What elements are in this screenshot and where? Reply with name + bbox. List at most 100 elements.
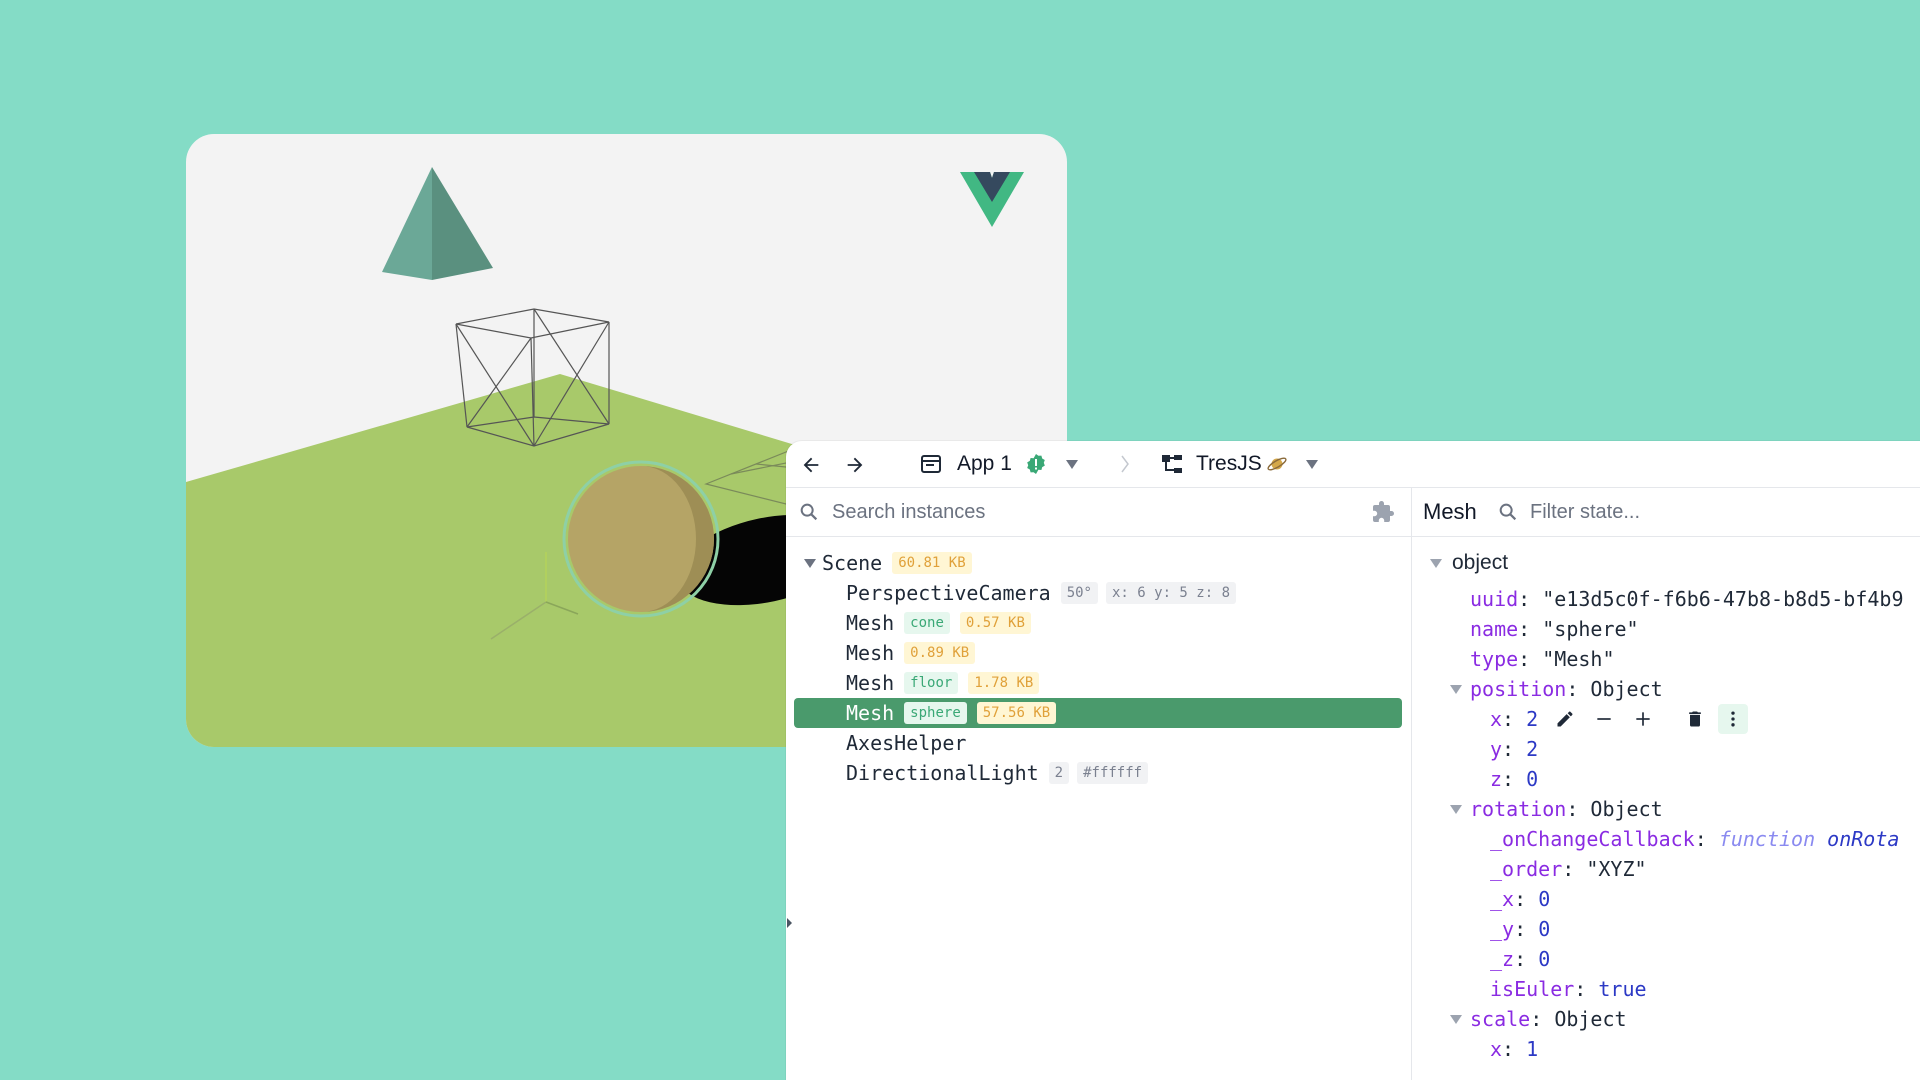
state-value: Object (1590, 797, 1663, 821)
app-window-icon (921, 455, 941, 473)
tree-row-scene[interactable]: Scene 60.81 KB (804, 548, 972, 578)
state-section-object[interactable]: object (1430, 548, 1508, 578)
state-key: z (1490, 767, 1503, 791)
search-instances-input[interactable] (832, 498, 1312, 526)
tree-row-label: Mesh (846, 611, 895, 635)
app-selector[interactable]: App 1 (919, 449, 1078, 479)
state-value[interactable]: 0 (1538, 887, 1550, 911)
plugin-selector[interactable]: TresJS (1160, 449, 1318, 479)
tree-row-label: Scene (822, 551, 883, 575)
delete-button[interactable] (1682, 706, 1708, 732)
selected-node-title: Mesh (1423, 499, 1477, 524)
tree-row-mesh[interactable]: Mesh 0.89 KB (846, 638, 976, 668)
caret-down-icon[interactable] (1450, 1014, 1462, 1024)
search-bar (786, 488, 1411, 537)
tree-row-axes-helper[interactable]: AxesHelper (846, 728, 966, 758)
state-row-rotation[interactable]: rotation: Object (1450, 794, 1663, 824)
devtools-toolbar: App 1 TresJS (786, 441, 1920, 488)
expand-handle-icon[interactable] (786, 913, 794, 933)
color-badge: #ffffff (1077, 762, 1149, 784)
state-key: rotation (1470, 797, 1567, 821)
tree-row-label: Mesh (846, 641, 895, 665)
tree-row-directional-light[interactable]: DirectionalLight 2 #ffffff (846, 758, 1149, 788)
state-key: _z (1490, 947, 1515, 971)
state-value[interactable]: 2 (1526, 737, 1538, 761)
state-value[interactable]: "sphere" (1542, 617, 1638, 641)
section-label: object (1452, 551, 1509, 574)
size-badge: 0.89 KB (904, 642, 976, 664)
state-value[interactable]: "Mesh" (1542, 647, 1614, 671)
position-badge: x: 6 y: 5 z: 8 (1106, 582, 1237, 604)
state-key: x (1490, 707, 1503, 731)
state-value[interactable]: "e13d5c0f-f6b6-47b8-b8d5-bf4b9 (1542, 587, 1903, 611)
alert-badge-icon (1027, 454, 1045, 474)
state-key: scale (1470, 1007, 1531, 1031)
state-row-position-x: x: 2 (1490, 707, 1539, 731)
caret-down-icon[interactable] (1450, 684, 1462, 694)
puzzle-icon[interactable] (1371, 500, 1395, 524)
state-value[interactable]: onRota (1827, 827, 1899, 851)
search-icon (1499, 503, 1517, 521)
state-row-rotation-x: _x: 0 (1490, 887, 1551, 911)
state-key: x (1490, 1037, 1503, 1061)
caret-down-icon[interactable] (1430, 558, 1442, 568)
caret-down-icon[interactable] (804, 558, 816, 568)
state-row-is-euler: isEuler: true (1490, 977, 1647, 1001)
name-badge: sphere (904, 702, 967, 724)
more-actions-button[interactable] (1718, 704, 1748, 734)
state-row-position[interactable]: position: Object (1450, 674, 1663, 704)
tree-row-mesh-sphere[interactable]: Mesh sphere 57.56 KB (794, 698, 1402, 728)
state-value[interactable]: 2 (1526, 707, 1538, 731)
state-key: isEuler (1490, 977, 1575, 1001)
more-vertical-icon (1731, 711, 1735, 727)
state-key: _x (1490, 887, 1515, 911)
state-row-rotation-y: _y: 0 (1490, 917, 1551, 941)
decrement-button[interactable] (1591, 706, 1617, 732)
state-row-name: name: "sphere" (1470, 617, 1639, 641)
fov-badge: 50° (1060, 582, 1098, 604)
state-value[interactable]: 1 (1526, 1037, 1538, 1061)
back-button[interactable] (798, 452, 824, 478)
name-badge: floor (904, 672, 959, 694)
state-value[interactable]: "XYZ" (1586, 857, 1646, 881)
plugin-label: TresJS (1196, 452, 1262, 475)
tree-row-label: PerspectiveCamera (846, 581, 1051, 605)
state-value[interactable]: 0 (1538, 947, 1550, 971)
trash-icon (1689, 711, 1701, 727)
state-value[interactable]: 0 (1538, 917, 1550, 941)
state-row-onchange-callback: _onChangeCallback: function onRota (1490, 827, 1900, 851)
size-badge: 60.81 KB (892, 552, 972, 574)
increment-button[interactable] (1630, 706, 1656, 732)
intensity-badge: 2 (1048, 762, 1070, 784)
name-badge: cone (904, 612, 950, 634)
state-inspector-pane: Mesh object uuid: "e13d5c0f-f6b6-47b8-b8… (1412, 488, 1920, 1080)
forward-button[interactable] (842, 452, 868, 478)
state-row-rotation-z: _z: 0 (1490, 947, 1551, 971)
state-row-order: _order: "XYZ" (1490, 857, 1647, 881)
search-icon (800, 503, 818, 521)
size-badge: 0.57 KB (959, 612, 1031, 634)
state-key: name (1470, 617, 1519, 641)
state-value-type: function (1718, 827, 1816, 851)
minus-icon (1597, 718, 1611, 720)
saturn-icon (1267, 457, 1287, 471)
state-value: Object (1590, 677, 1663, 701)
caret-down-icon[interactable] (1450, 804, 1462, 814)
filter-state-input[interactable] (1530, 498, 1890, 526)
tree-row-perspective-camera[interactable]: PerspectiveCamera 50° x: 6 y: 5 z: 8 (846, 578, 1237, 608)
state-header: Mesh (1412, 488, 1920, 537)
vue-logo (960, 172, 1024, 227)
state-row-type: type: "Mesh" (1470, 647, 1615, 671)
tree-row-mesh-cone[interactable]: Mesh cone 0.57 KB (846, 608, 1031, 638)
state-value[interactable]: true (1598, 977, 1646, 1001)
tree-row-label: DirectionalLight (846, 761, 1039, 785)
state-value[interactable]: 0 (1526, 767, 1538, 791)
state-key: position (1470, 677, 1567, 701)
state-key: _onChangeCallback (1490, 827, 1695, 851)
arrow-left-icon (803, 457, 819, 473)
state-row-scale-x: x: 1 (1490, 1037, 1539, 1061)
tree-row-label: Mesh (846, 671, 895, 695)
tree-row-mesh-floor[interactable]: Mesh floor 1.78 KB (846, 668, 1040, 698)
state-row-scale[interactable]: scale: Object (1450, 1004, 1627, 1034)
edit-button[interactable] (1552, 706, 1578, 732)
